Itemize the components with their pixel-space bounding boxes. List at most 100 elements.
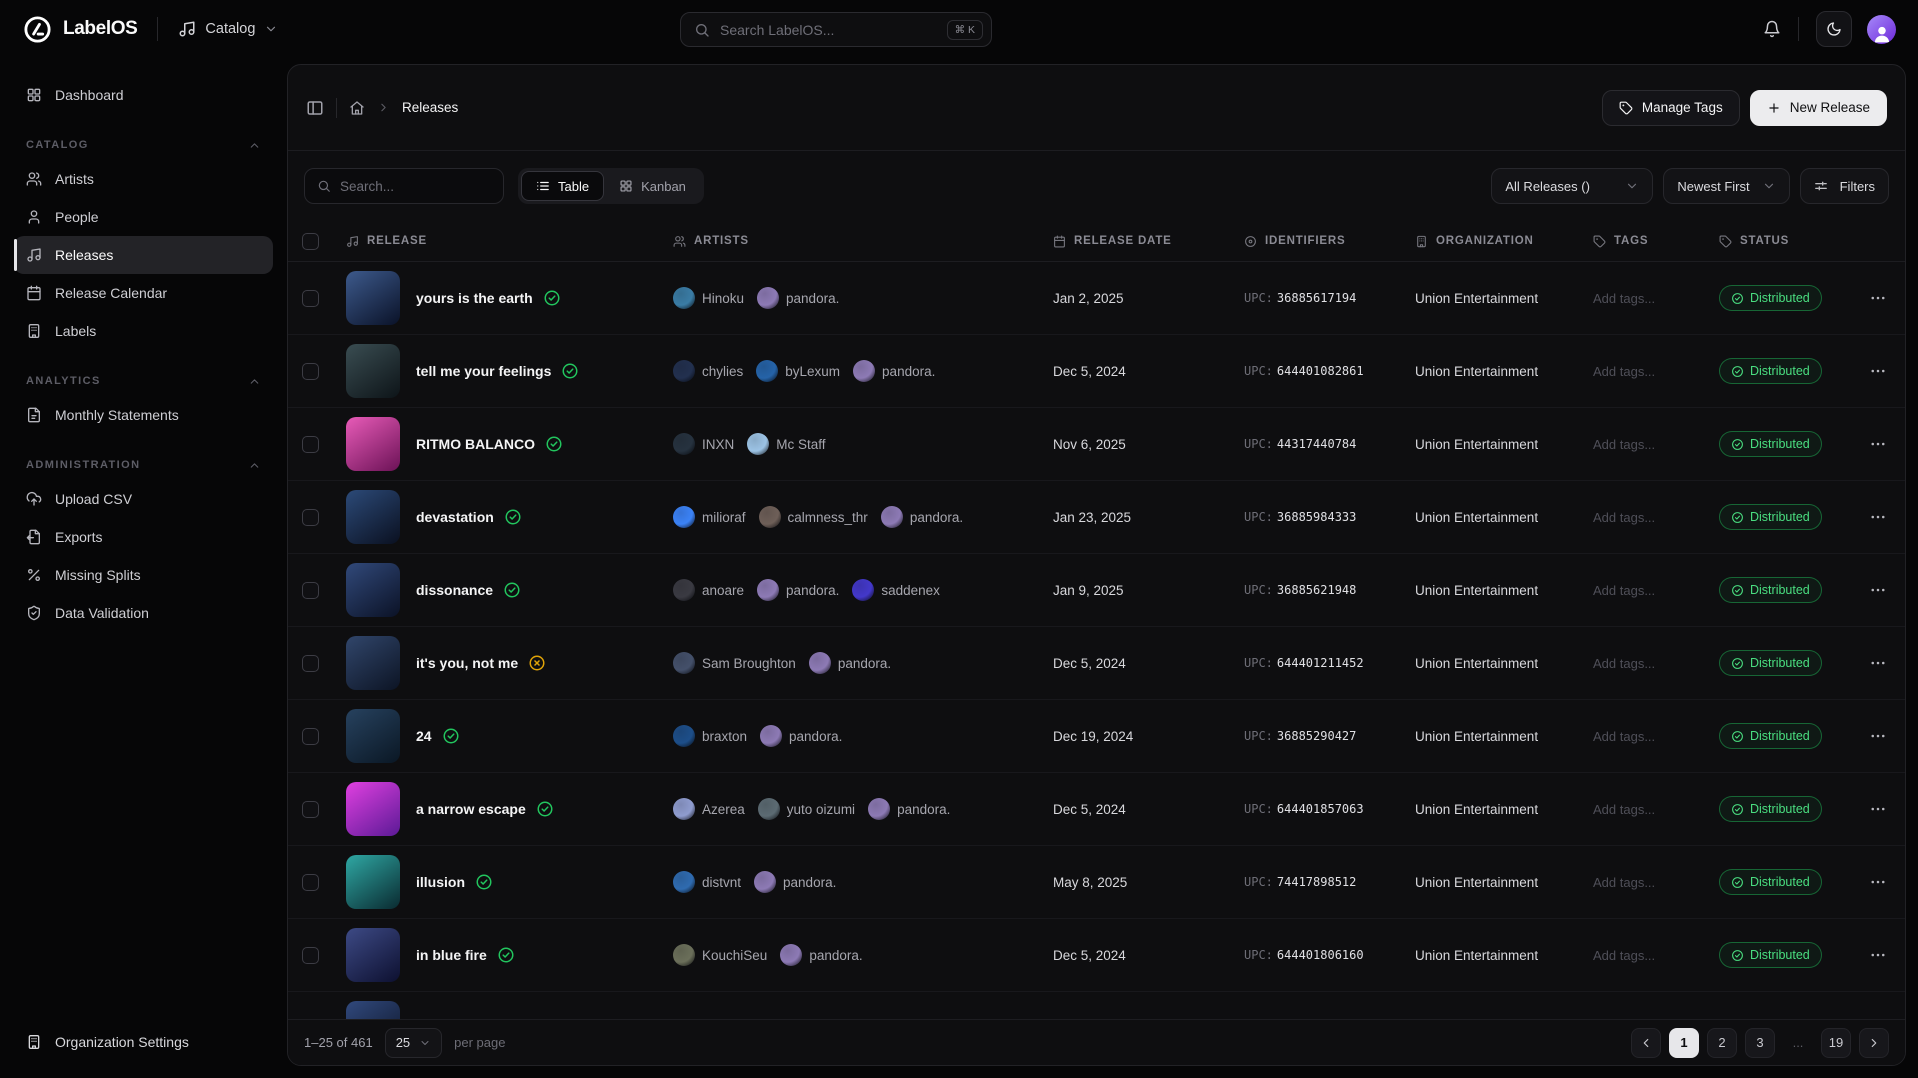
row-menu-button[interactable] <box>1865 431 1891 457</box>
sidebar-item-dashboard[interactable]: Dashboard <box>14 76 273 114</box>
select-all-checkbox[interactable] <box>302 233 319 250</box>
row-menu-button[interactable] <box>1865 358 1891 384</box>
artist-chip[interactable]: pandora. <box>809 652 891 674</box>
artist-chip[interactable]: pandora. <box>853 360 935 382</box>
artist-chip[interactable]: pandora. <box>757 579 839 601</box>
table-row[interactable]: devastation milioraf calmness_thr <box>288 481 1905 554</box>
artist-chip[interactable]: pandora. <box>757 287 839 309</box>
row-checkbox[interactable] <box>302 874 319 891</box>
add-tags-field[interactable]: Add tags... <box>1593 875 1719 890</box>
next-page-button[interactable] <box>1859 1028 1889 1058</box>
sidebar-item[interactable]: Labels <box>14 312 273 350</box>
catalog-nav-dropdown[interactable]: Catalog <box>178 20 278 38</box>
page-button[interactable]: 1 <box>1669 1028 1699 1058</box>
add-tags-field[interactable]: Add tags... <box>1593 291 1719 306</box>
artist-chip[interactable]: INXN <box>673 433 734 455</box>
sidebar-item[interactable]: Artists <box>14 160 273 198</box>
table-row[interactable]: illusion distvnt pandora. <box>288 846 1905 919</box>
artist-chip[interactable]: pandora. <box>760 725 842 747</box>
artist-chip[interactable]: braxton <box>673 725 747 747</box>
page-button[interactable]: 2 <box>1707 1028 1737 1058</box>
new-release-button[interactable]: New Release <box>1750 90 1887 126</box>
artist-chip[interactable]: pandora. <box>780 944 862 966</box>
sidebar-item[interactable]: Releases <box>14 236 273 274</box>
sidebar-item[interactable]: Missing Splits <box>14 556 273 594</box>
artist-chip[interactable]: yuto oizumi <box>758 798 855 820</box>
row-checkbox[interactable] <box>302 947 319 964</box>
add-tags-field[interactable]: Add tags... <box>1593 437 1719 452</box>
table-row[interactable]: in blue fire KouchiSeu pandora. <box>288 919 1905 992</box>
add-tags-field[interactable]: Add tags... <box>1593 656 1719 671</box>
row-menu-button[interactable] <box>1865 869 1891 895</box>
row-checkbox[interactable] <box>302 290 319 307</box>
theme-toggle-button[interactable] <box>1816 11 1852 47</box>
row-checkbox[interactable] <box>302 655 319 672</box>
prev-page-button[interactable] <box>1631 1028 1661 1058</box>
page-button[interactable]: 19 <box>1821 1028 1851 1058</box>
add-tags-field[interactable]: Add tags... <box>1593 729 1719 744</box>
table-row[interactable]: 24 braxton pandora. <box>288 700 1905 773</box>
filters-button[interactable]: Filters <box>1800 168 1889 204</box>
organization-settings[interactable]: Organization Settings <box>14 1022 273 1062</box>
table-row-partial[interactable] <box>288 992 1905 1019</box>
artist-chip[interactable]: Hinoku <box>673 287 744 309</box>
table-row[interactable]: it's you, not me Sam Broughton pandora. <box>288 627 1905 700</box>
sidebar-item[interactable]: People <box>14 198 273 236</box>
artist-chip[interactable]: distvnt <box>673 871 741 893</box>
page-button[interactable]: ... <box>1783 1028 1813 1058</box>
add-tags-field[interactable]: Add tags... <box>1593 510 1719 525</box>
artist-chip[interactable]: Sam Broughton <box>673 652 796 674</box>
row-menu-button[interactable] <box>1865 577 1891 603</box>
sidebar-item[interactable]: Exports <box>14 518 273 556</box>
sidebar-toggle-button[interactable] <box>306 99 324 117</box>
row-menu-button[interactable] <box>1865 723 1891 749</box>
sidebar-item[interactable]: Release Calendar <box>14 274 273 312</box>
add-tags-field[interactable]: Add tags... <box>1593 948 1719 963</box>
manage-tags-button[interactable]: Manage Tags <box>1602 90 1740 126</box>
page-size-select[interactable]: 25 <box>385 1028 442 1058</box>
view-table-tab[interactable]: Table <box>521 171 604 201</box>
row-checkbox[interactable] <box>302 801 319 818</box>
global-search-input[interactable] <box>720 22 937 38</box>
artist-chip[interactable]: pandora. <box>868 798 950 820</box>
sidebar-item[interactable]: Upload CSV <box>14 480 273 518</box>
artist-chip[interactable]: Mc Staff <box>747 433 825 455</box>
release-filter-select[interactable]: All Releases () <box>1491 168 1653 204</box>
row-checkbox[interactable] <box>302 363 319 380</box>
table-search-input[interactable] <box>340 179 491 194</box>
sidebar-section-header[interactable]: Administration <box>14 450 273 480</box>
table-row[interactable]: dissonance anoare pandora. <box>288 554 1905 627</box>
sidebar-section-header[interactable]: Catalog <box>14 130 273 160</box>
artist-chip[interactable]: Azerea <box>673 798 745 820</box>
sidebar-item[interactable]: Data Validation <box>14 594 273 632</box>
artist-chip[interactable]: pandora. <box>881 506 963 528</box>
table-row[interactable]: a narrow escape Azerea yuto oizumi <box>288 773 1905 846</box>
page-button[interactable]: 3 <box>1745 1028 1775 1058</box>
artist-chip[interactable]: milioraf <box>673 506 746 528</box>
add-tags-field[interactable]: Add tags... <box>1593 583 1719 598</box>
artist-chip[interactable]: chylies <box>673 360 743 382</box>
row-menu-button[interactable] <box>1865 796 1891 822</box>
sidebar-section-header[interactable]: Analytics <box>14 366 273 396</box>
view-kanban-tab[interactable]: Kanban <box>604 171 701 201</box>
sort-select[interactable]: Newest First <box>1663 168 1789 204</box>
row-checkbox[interactable] <box>302 436 319 453</box>
add-tags-field[interactable]: Add tags... <box>1593 802 1719 817</box>
row-checkbox[interactable] <box>302 728 319 745</box>
add-tags-field[interactable]: Add tags... <box>1593 364 1719 379</box>
notifications-button[interactable] <box>1763 20 1781 38</box>
artist-chip[interactable]: calmness_thr <box>759 506 868 528</box>
global-search[interactable]: ⌘ K <box>680 12 992 47</box>
artist-chip[interactable]: saddenex <box>852 579 940 601</box>
artist-chip[interactable]: KouchiSeu <box>673 944 767 966</box>
row-menu-button[interactable] <box>1865 285 1891 311</box>
user-avatar[interactable] <box>1867 15 1896 44</box>
row-checkbox[interactable] <box>302 582 319 599</box>
row-menu-button[interactable] <box>1865 650 1891 676</box>
table-row[interactable]: RITMO BALANCO INXN Mc Staff <box>288 408 1905 481</box>
artist-chip[interactable]: pandora. <box>754 871 836 893</box>
table-row[interactable]: yours is the earth Hinoku pandora. <box>288 262 1905 335</box>
breadcrumb-home-button[interactable] <box>349 100 365 116</box>
artist-chip[interactable]: byLexum <box>756 360 840 382</box>
table-search[interactable] <box>304 168 504 204</box>
